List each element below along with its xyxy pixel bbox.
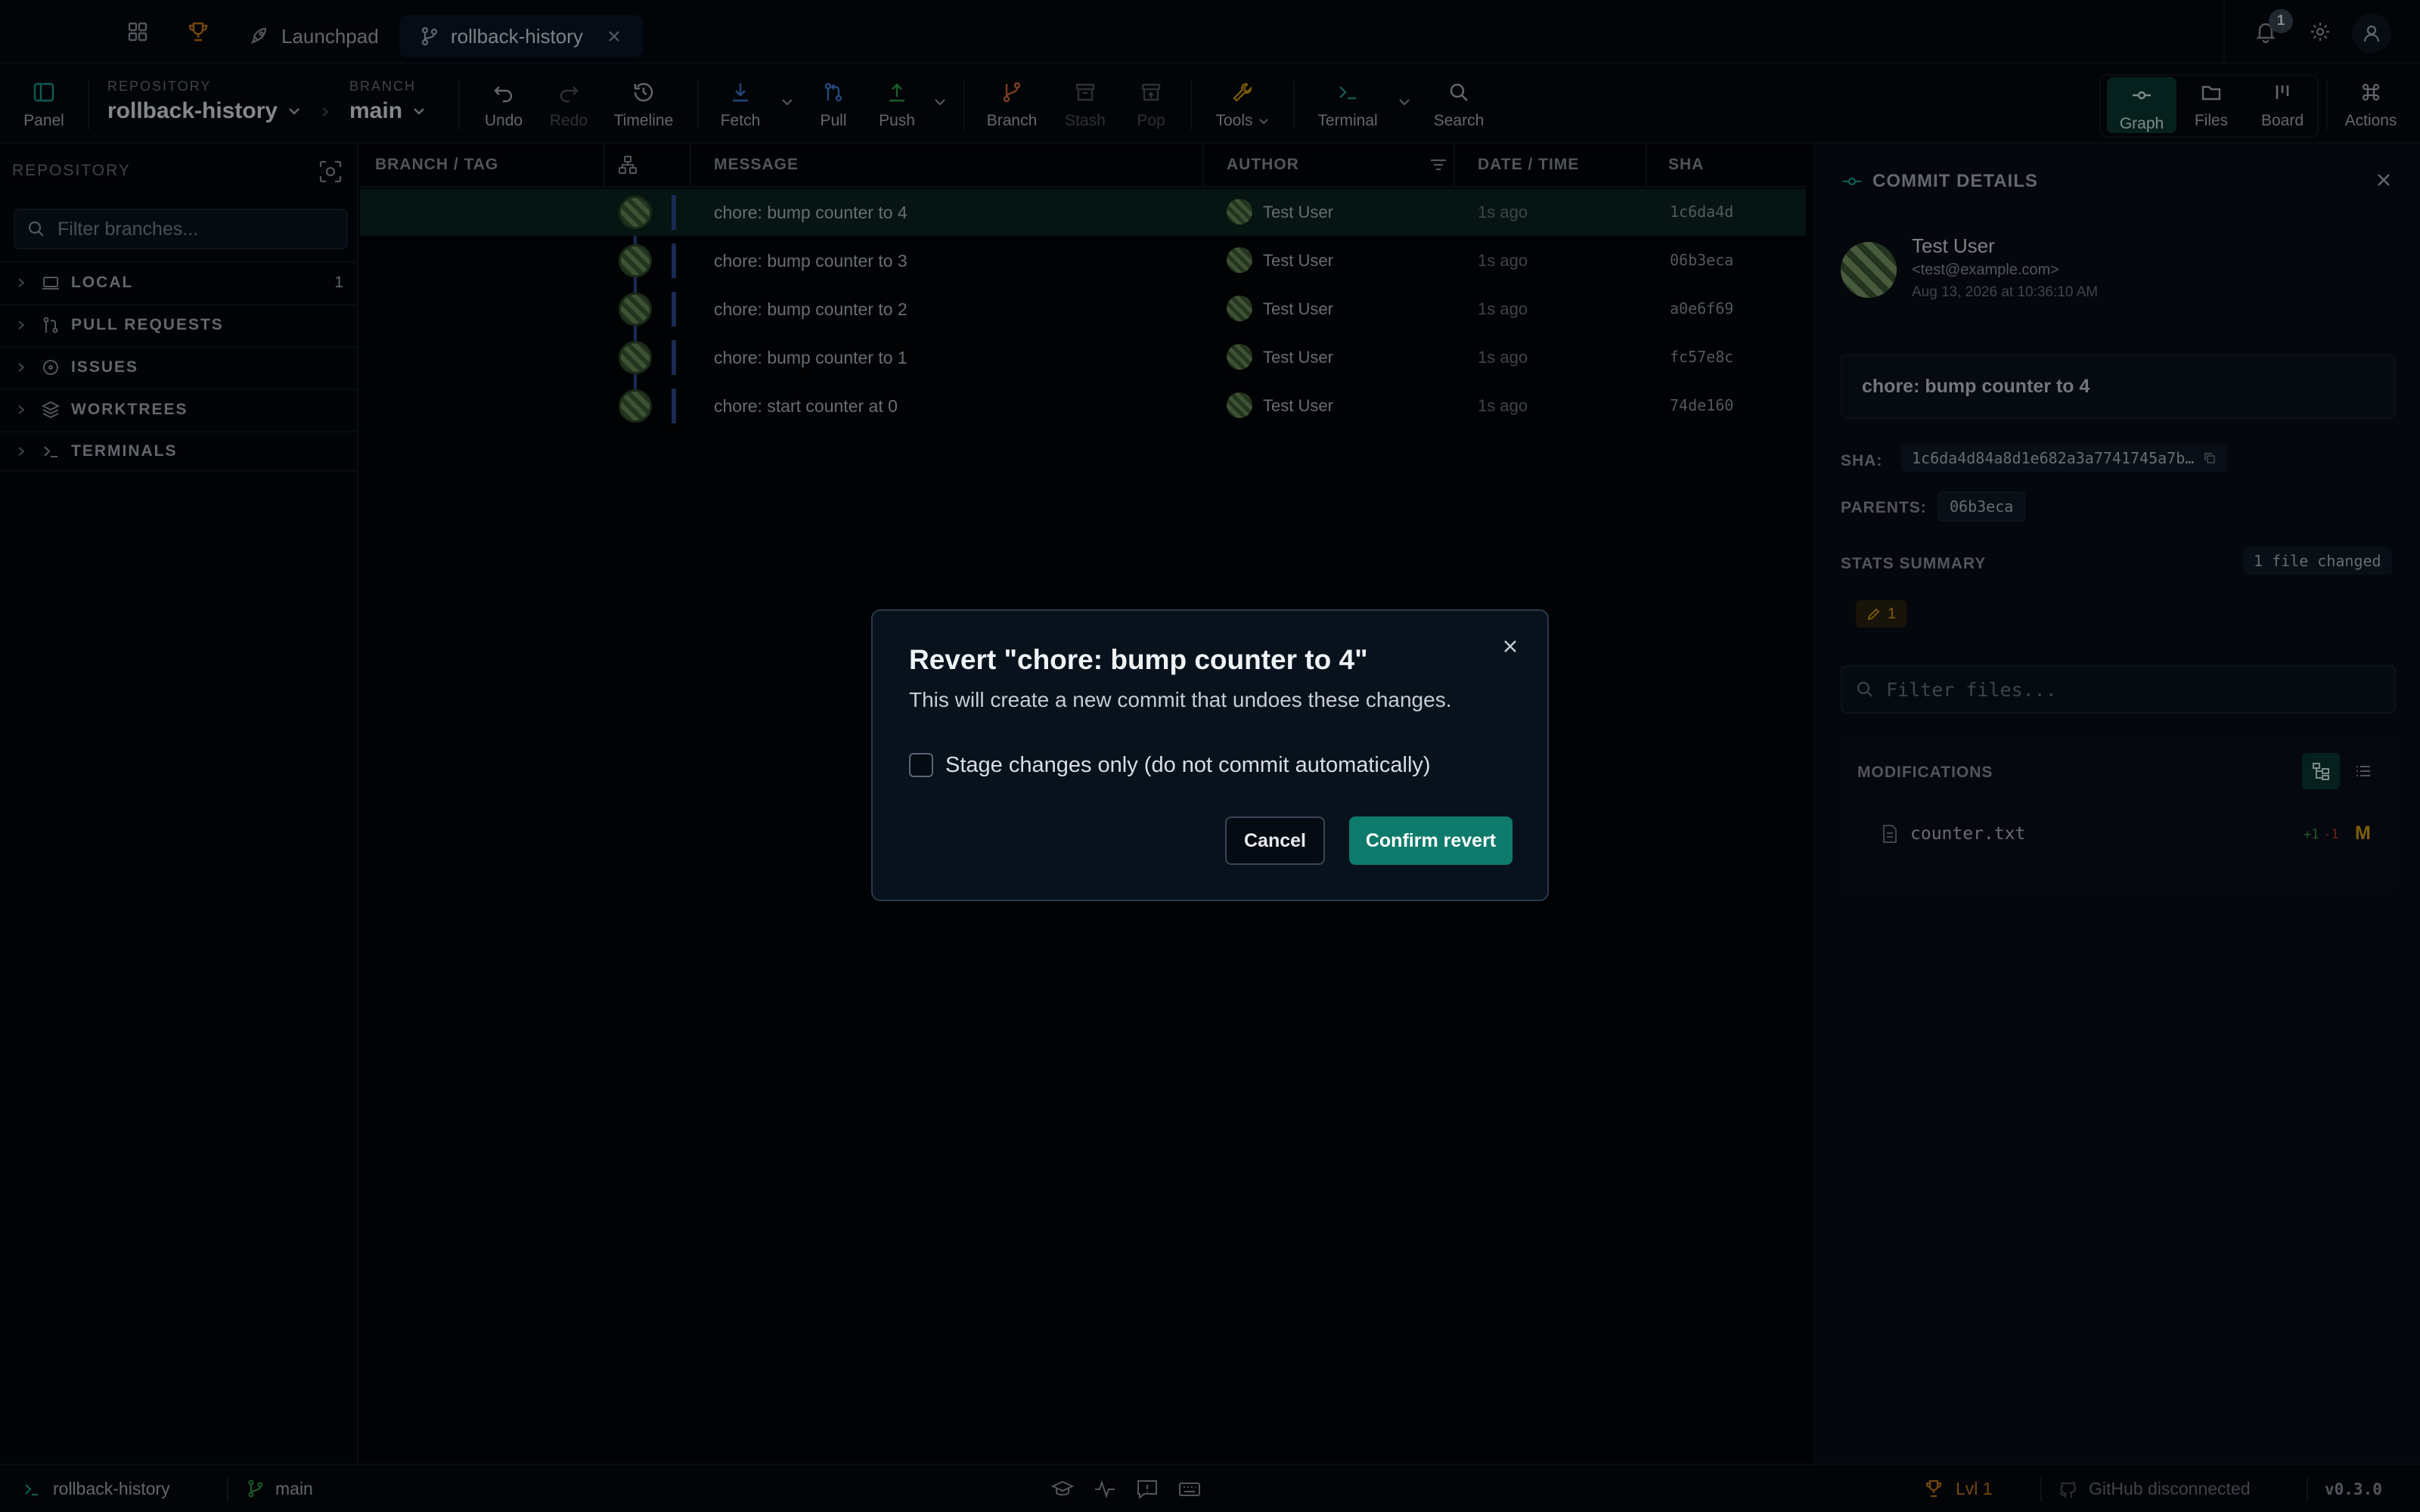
- revert-dialog: Revert "chore: bump counter to 4" This w…: [871, 609, 1549, 901]
- dialog-description: This will create a new commit that undoe…: [909, 688, 1452, 711]
- dialog-title: Revert "chore: bump counter to 4": [909, 644, 1368, 675]
- cancel-button[interactable]: Cancel: [1225, 816, 1325, 865]
- confirm-revert-button[interactable]: Confirm revert: [1349, 816, 1512, 865]
- stage-only-checkbox[interactable]: [909, 753, 933, 777]
- stage-only-label[interactable]: Stage changes only (do not commit automa…: [945, 753, 1431, 778]
- close-icon[interactable]: [1500, 637, 1520, 656]
